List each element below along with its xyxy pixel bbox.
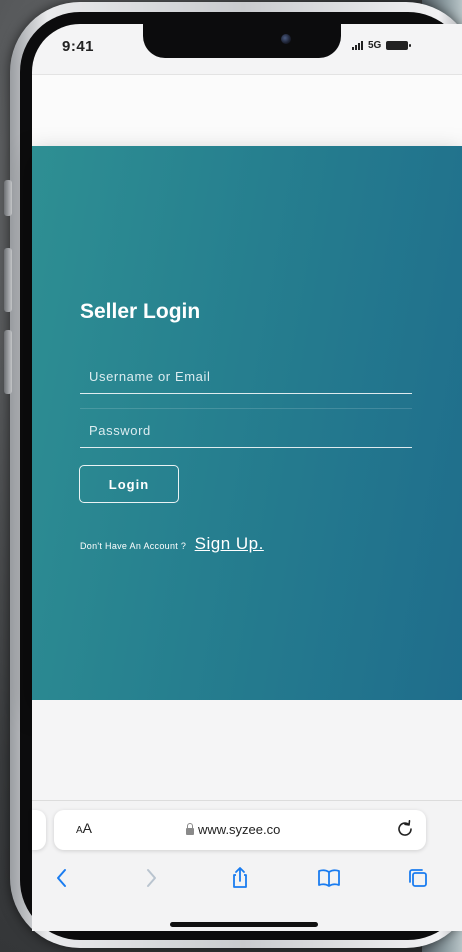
camera-icon (281, 34, 291, 44)
url-text: www.syzee.co (198, 822, 281, 837)
reload-icon[interactable] (394, 818, 416, 840)
text-size-button[interactable]: AA (76, 820, 92, 836)
password-input[interactable] (80, 414, 412, 448)
chevron-right-icon[interactable] (139, 866, 163, 890)
previous-tab-pill[interactable] (32, 810, 46, 850)
tabs-icon[interactable] (406, 866, 430, 890)
network-label: 5G (368, 40, 382, 51)
page-footer-area (32, 700, 462, 800)
battery-icon (386, 41, 412, 50)
share-icon[interactable] (228, 866, 252, 890)
status-time: 9:41 (62, 38, 95, 55)
username-input[interactable] (80, 360, 412, 394)
chevron-left-icon[interactable] (50, 866, 74, 890)
field-divider (80, 408, 412, 409)
page-title: Seller Login (80, 300, 201, 323)
book-icon[interactable] (317, 866, 341, 890)
url-display[interactable]: www.syzee.co (186, 822, 280, 837)
notch (143, 24, 341, 58)
signup-prompt: Don't Have An Account ? (80, 541, 187, 551)
lock-icon (186, 823, 194, 835)
signup-row: Don't Have An Account ? Sign Up. (80, 534, 264, 554)
mute-switch (4, 180, 12, 216)
signup-link[interactable]: Sign Up. (195, 534, 264, 553)
status-indicators: 5G (352, 40, 412, 51)
volume-up-button (4, 248, 12, 312)
page-header-area (32, 74, 462, 147)
volume-down-button (4, 330, 12, 394)
home-indicator (170, 922, 318, 927)
signal-icon (352, 41, 363, 50)
login-button[interactable]: Login (79, 465, 179, 503)
